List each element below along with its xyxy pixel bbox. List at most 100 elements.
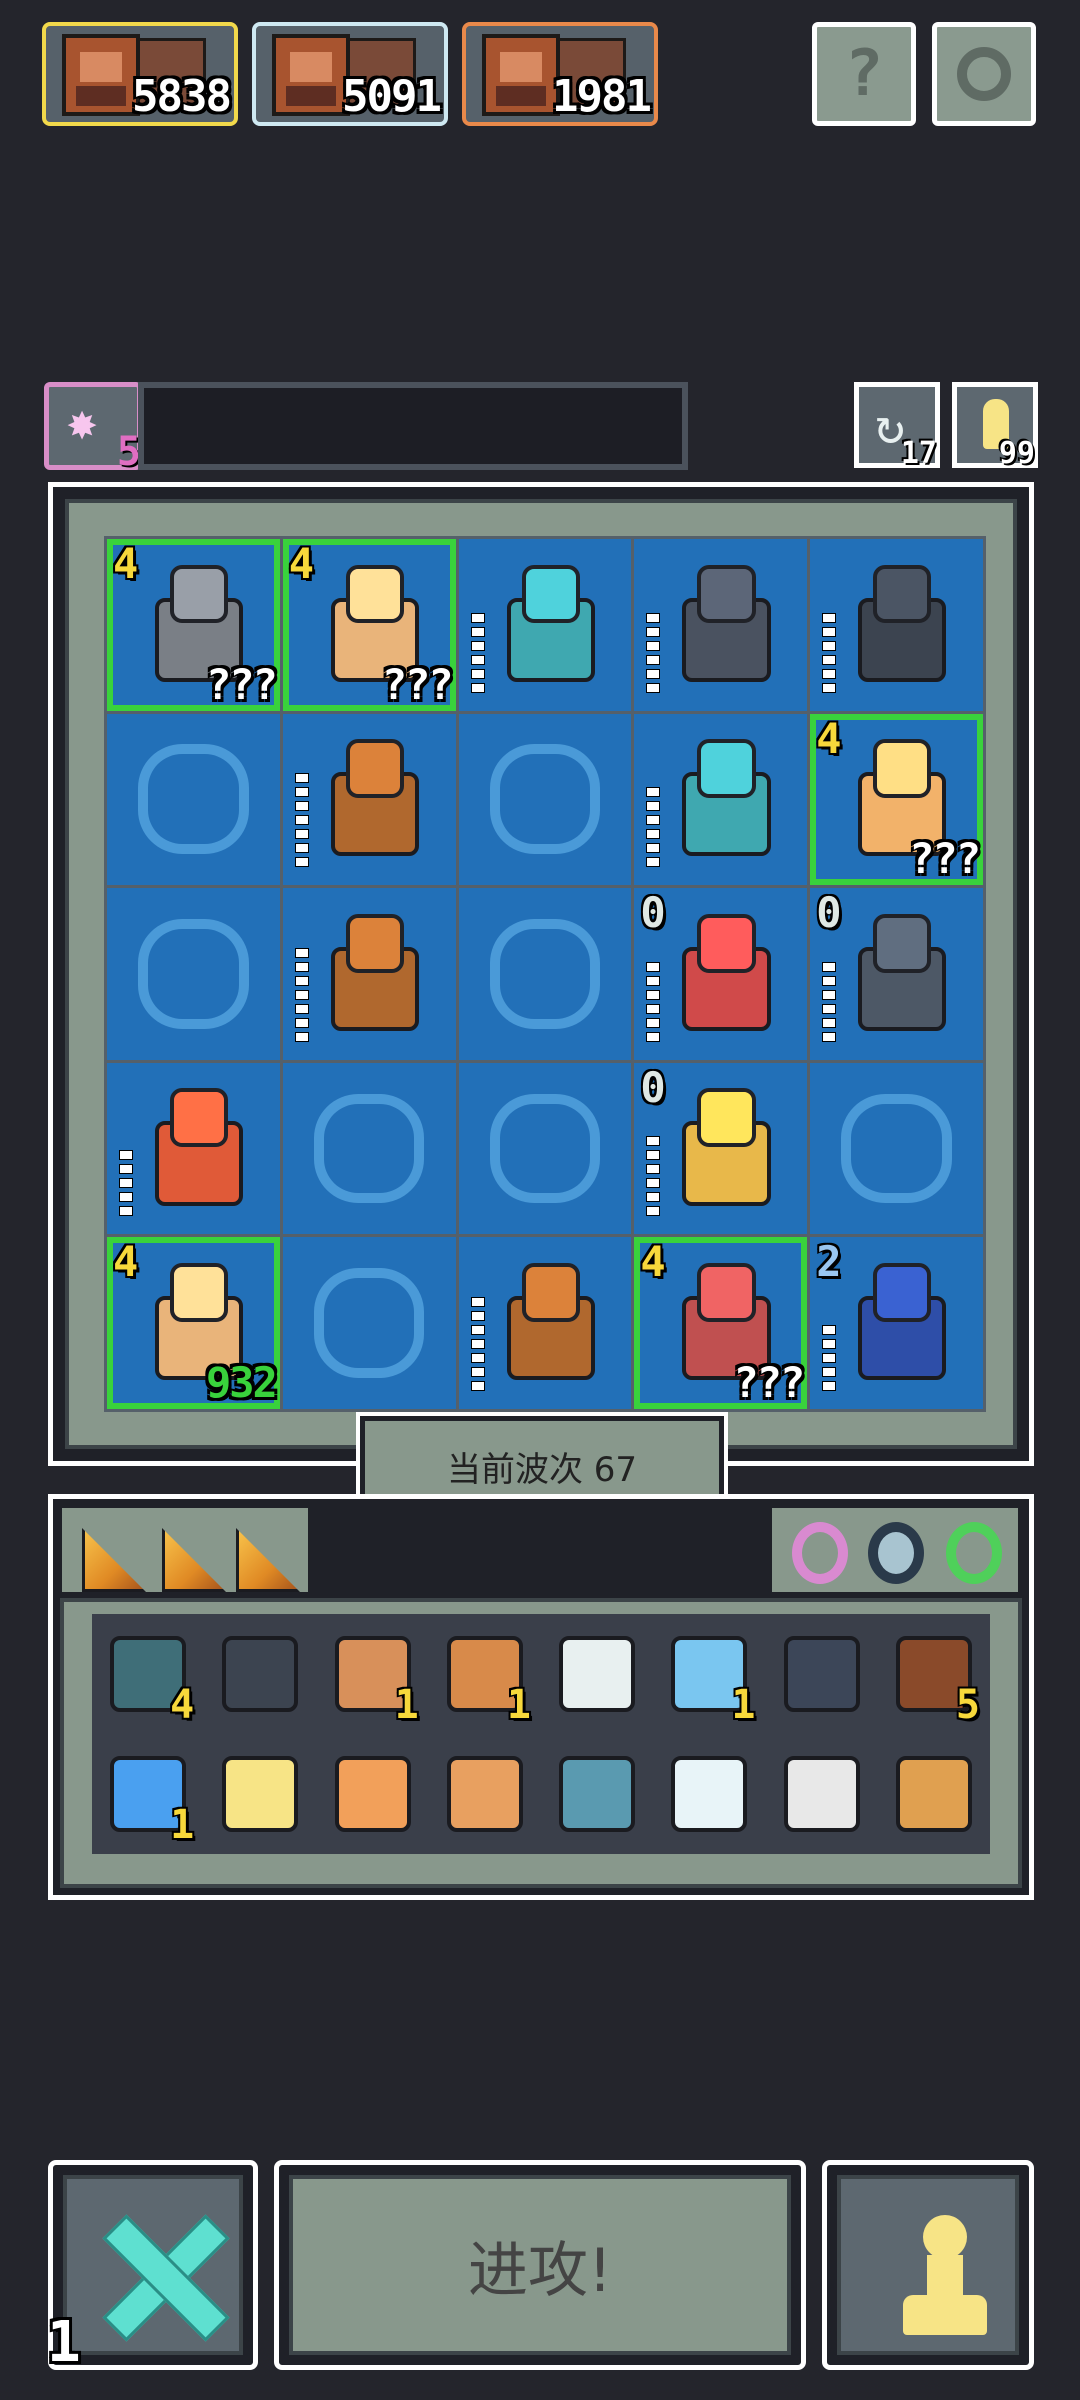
board-cell[interactable]: 0 (634, 888, 808, 1060)
inventory-slot[interactable] (204, 1734, 316, 1854)
inventory-slot[interactable]: 1 (317, 1614, 429, 1734)
warrior-icon (321, 909, 421, 1036)
settings-button[interactable] (932, 22, 1036, 126)
unit-level: 0 (640, 888, 666, 938)
warrior-portrait-icon (272, 34, 350, 116)
ring-icon[interactable] (792, 1522, 848, 1584)
board-cell[interactable] (634, 713, 808, 886)
key-count: 99 (998, 436, 1035, 471)
attack-button[interactable]: 进攻! (274, 2160, 806, 2370)
ship-icon (895, 1756, 972, 1832)
unit-level: 4 (288, 539, 315, 588)
health-bar (646, 612, 661, 693)
inventory-slot[interactable] (541, 1734, 653, 1854)
inventory-slot[interactable] (541, 1614, 653, 1734)
key-button[interactable]: 99 (952, 382, 1038, 471)
attack-label: 进攻! (289, 2175, 791, 2355)
board-cell[interactable]: 4??? (282, 539, 456, 711)
dark-knight-icon (672, 560, 772, 687)
inventory-slot[interactable] (766, 1614, 878, 1734)
board-cell[interactable] (810, 539, 983, 711)
board-cell[interactable] (282, 713, 456, 886)
board-cell[interactable] (107, 713, 280, 886)
board-cell[interactable]: 4??? (634, 1237, 808, 1409)
star-icon: ✸ (67, 393, 98, 451)
refresh-button[interactable]: ↻ 17 (854, 382, 940, 471)
score: 5838 (132, 71, 232, 122)
dragon-icon (145, 1083, 245, 1210)
amulet-icon[interactable] (868, 1522, 924, 1584)
warrior-portrait-icon (62, 34, 140, 116)
inventory-slot[interactable] (878, 1734, 990, 1854)
board-cell[interactable] (458, 1237, 632, 1409)
health-bar (646, 1136, 661, 1217)
warrior-icon (321, 734, 421, 861)
board-cell[interactable] (810, 1062, 983, 1235)
star-counter[interactable]: ✸ 5 (44, 382, 142, 475)
board-cell[interactable]: 0 (810, 888, 983, 1060)
health-bar (294, 773, 309, 868)
unit-level: 4 (640, 1237, 666, 1287)
board-cell[interactable] (282, 1062, 456, 1235)
inventory-slot[interactable] (766, 1734, 878, 1854)
inventory-slot[interactable] (653, 1734, 765, 1854)
board-cell[interactable] (634, 539, 808, 711)
board-cell[interactable] (107, 888, 280, 1060)
ring-icon[interactable] (946, 1522, 1002, 1584)
shield-icon (222, 1636, 299, 1712)
inventory-slot[interactable]: 1 (92, 1734, 204, 1854)
dagger-icon (783, 1756, 860, 1832)
unit-quantity: 932 (205, 1358, 278, 1407)
item-count: 1 (394, 1682, 419, 1728)
pawn-icon (897, 2215, 993, 2339)
score: 5091 (342, 71, 442, 122)
inventory-slot[interactable] (429, 1734, 541, 1854)
inventory-slot[interactable]: 1 (653, 1614, 765, 1734)
unit-level: 2 (816, 1237, 842, 1287)
board-cell[interactable]: 2 (810, 1237, 983, 1409)
inventory-slot[interactable]: 1 (429, 1614, 541, 1734)
board-cell[interactable]: 0 (634, 1062, 808, 1235)
health-bar (822, 961, 837, 1042)
board-cell[interactable] (282, 1237, 456, 1409)
board-cell[interactable]: 4??? (810, 713, 983, 886)
warrior-portrait-icon (482, 34, 560, 116)
wheat-icon (672, 1083, 772, 1210)
inventory-slot[interactable] (317, 1734, 429, 1854)
board-cell[interactable] (458, 888, 632, 1060)
unit-quantity: ??? (381, 659, 454, 709)
board-cell[interactable] (458, 1062, 632, 1235)
leaderboard-entry[interactable]: 5838 (42, 22, 238, 126)
feather-icon (559, 1636, 636, 1712)
board-cell[interactable] (458, 539, 632, 711)
pawn-button[interactable] (822, 2160, 1034, 2370)
hand-icon (334, 1756, 411, 1832)
statue-icon (848, 560, 948, 687)
axe-icon (222, 1756, 299, 1832)
help-button[interactable]: ? (812, 22, 916, 126)
old-man-icon (672, 909, 772, 1036)
cancel-button[interactable]: 1 (47, 2160, 258, 2375)
item-count: 5 (955, 1682, 980, 1728)
board-cell[interactable]: 4??? (107, 539, 280, 711)
sword-icon (783, 1636, 860, 1712)
leaderboard-entry[interactable]: 5091 (252, 22, 448, 126)
warrior-icon (497, 1258, 597, 1385)
item-count: 1 (170, 1802, 195, 1848)
ogre-icon (672, 734, 772, 861)
board-cell[interactable]: 4 932 (107, 1237, 280, 1409)
unit-level: 0 (640, 1062, 666, 1112)
health-bar (822, 1325, 837, 1391)
leaderboard-entry[interactable]: 1981 (462, 22, 658, 126)
item-count: 1 (506, 1682, 531, 1728)
board-cell[interactable] (458, 713, 632, 886)
inventory-slot[interactable]: 4 (92, 1614, 204, 1734)
health-bar (470, 612, 485, 693)
bear-icon (848, 909, 948, 1036)
inventory-grid: 4 1 1 1 5 1 (92, 1614, 990, 1854)
inventory-slot[interactable] (204, 1614, 316, 1734)
board-cell[interactable] (282, 888, 456, 1060)
score: 1981 (552, 71, 652, 122)
board-cell[interactable] (107, 1062, 280, 1235)
inventory-slot[interactable]: 5 (878, 1614, 990, 1734)
